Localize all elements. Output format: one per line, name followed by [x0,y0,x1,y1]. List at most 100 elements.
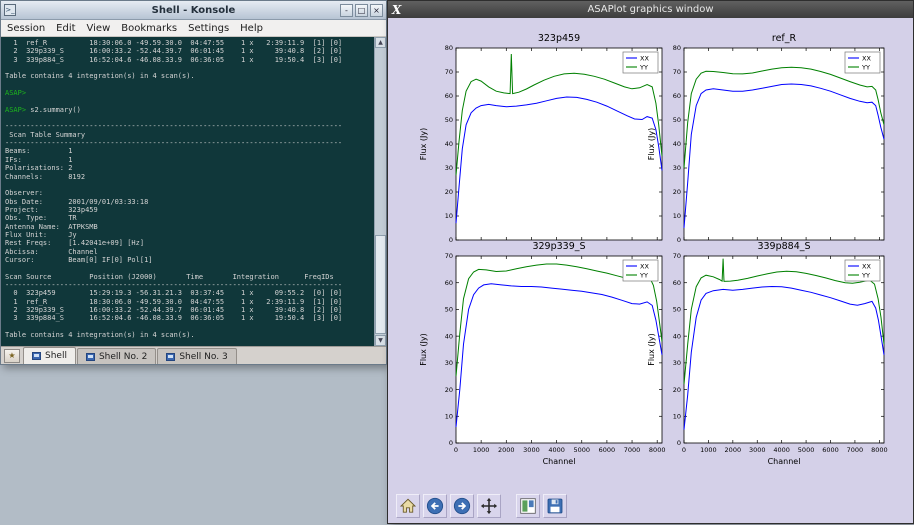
y-tick-label: 0 [449,439,453,447]
plot-toolbar [396,494,567,518]
terminal-line: Antenna Name: ATPKSMB [5,223,370,231]
menu-bookmarks[interactable]: Bookmarks [121,23,177,34]
x-tick-label: 5000 [573,446,590,454]
subplot-title: 329p339_S [532,241,585,252]
subplot-title: 323p459 [538,33,580,44]
terminal-output: 1 ref_R 18:30:06.0 -49.59.30.0 04:47:55 … [5,39,370,346]
terminal-line: Channels: 8192 [5,173,370,181]
x-tick-label: 1000 [473,446,490,454]
terminal-line: 2 329p339_S 16:00:33.2 -52.44.39.7 06:01… [5,47,370,55]
subplot-339p884_S[interactable]: 339p884_S0102030405060700100020003000400… [647,241,888,466]
terminal-line: ASAP> [5,89,370,97]
terminal-line: Scan Table Summary [5,131,370,139]
legend-label: YY [861,271,870,279]
terminal-line: Rest Freqs: [1.42041e+09] [Hz] [5,239,370,247]
terminal-icon [166,353,175,361]
x-axis-label: Channel [768,457,801,466]
legend-label: YY [639,63,648,71]
konsole-tabbar: ★ Shell Shell No. 2 Shell No. 3 [1,346,386,364]
pan-button[interactable] [477,494,501,518]
asaplot-titlebar[interactable]: X ASAPlot graphics window [388,1,913,18]
terminal-line: Flux Unit: Jy [5,231,370,239]
subplot-329p339_S[interactable]: 329p339_S0102030405060700100020003000400… [419,241,665,466]
terminal-line: ----------------------------------------… [5,139,370,147]
y-axis-label: Flux (Jy) [419,333,428,366]
y-tick-label: 20 [445,188,453,196]
y-tick-label: 10 [445,212,453,220]
y-tick-label: 30 [673,359,681,367]
subplot-ref_R[interactable]: ref_R01020304050607080Flux (Jy)XXYY [647,33,884,244]
y-tick-label: 50 [673,306,681,314]
menu-view[interactable]: View [87,23,111,34]
terminal-line: Obs Date: 2001/09/01/03:33:18 [5,198,370,206]
home-button[interactable] [396,494,420,518]
y-tick-label: 20 [445,386,453,394]
pan-move-icon [480,497,498,515]
back-button[interactable] [423,494,447,518]
maximize-button[interactable]: □ [355,4,368,17]
y-tick-label: 70 [673,252,681,260]
save-floppy-icon [546,497,564,515]
legend-label: YY [861,63,870,71]
plot-canvas[interactable]: 323p45901020304050607080Flux (Jy)XXYYref… [388,18,914,525]
forward-button[interactable] [450,494,474,518]
scrollbar-thumb[interactable] [375,235,386,334]
x-tick-label: 3000 [523,446,540,454]
scrollbar-down-arrow[interactable]: ▼ [375,335,386,346]
x-tick-label: 0 [682,446,686,454]
forward-arrow-icon [453,497,471,515]
y-tick-label: 0 [449,236,453,244]
legend-label: YY [639,271,648,279]
y-tick-label: 50 [673,116,681,124]
asaplot-window-title: ASAPlot graphics window [388,4,913,15]
menu-edit[interactable]: Edit [56,23,75,34]
y-tick-label: 10 [673,212,681,220]
legend-label: XX [862,262,871,270]
terminal-line: Cursor: Beam[0] IF[0] Pol[1] [5,256,370,264]
terminal-line: 1 ref_R 18:30:06.0 -49.59.30.0 04:47:55 … [5,298,370,306]
terminal-line: 2 329p339_S 16:00:33.2 -52.44.39.7 06:01… [5,306,370,314]
terminal-line: Observer: [5,189,370,197]
terminal[interactable]: 1 ref_R 18:30:06.0 -49.59.30.0 04:47:55 … [1,37,386,346]
tab-shell[interactable]: Shell [23,347,76,364]
konsole-titlebar[interactable]: >_ Shell - Konsole - □ × [1,1,386,20]
back-arrow-icon [426,497,444,515]
configure-subplots-button[interactable] [516,494,540,518]
y-tick-label: 40 [445,140,453,148]
y-tick-label: 60 [673,279,681,287]
y-axis-label: Flux (Jy) [647,333,656,366]
terminal-line: IFs: 1 [5,156,370,164]
tab-label: Shell No. 3 [179,352,227,362]
y-tick-label: 80 [445,44,453,52]
terminal-line [5,114,370,122]
terminal-line [5,97,370,105]
terminal-line [5,339,370,346]
tab-shell-2[interactable]: Shell No. 2 [77,348,156,364]
terminal-scrollbar[interactable]: ▲ ▼ [374,37,386,346]
y-tick-label: 50 [445,306,453,314]
scrollbar-up-arrow[interactable]: ▲ [375,37,386,48]
subplot-323p459[interactable]: 323p45901020304050607080Flux (Jy)XXYY [419,33,662,244]
desktop: { "konsole": { "title": "Shell - Konsole… [0,0,914,524]
save-button[interactable] [543,494,567,518]
menu-session[interactable]: Session [7,23,45,34]
menu-settings[interactable]: Settings [188,23,229,34]
x-tick-label: 6000 [822,446,839,454]
configure-subplots-icon [519,497,537,515]
tab-label: Shell [45,351,67,361]
minimize-button[interactable]: - [340,4,353,17]
new-session-button[interactable]: ★ [4,349,20,363]
terminal-line: Project: 323p459 [5,206,370,214]
terminal-line: Obs. Type: TR [5,214,370,222]
y-tick-label: 70 [673,68,681,76]
home-icon [399,497,417,515]
terminal-line: Polarisations: 2 [5,164,370,172]
tab-shell-3[interactable]: Shell No. 3 [157,348,236,364]
menu-help[interactable]: Help [240,23,263,34]
y-tick-label: 20 [673,386,681,394]
terminal-line: Abcissa: Channel [5,248,370,256]
close-button[interactable]: × [370,4,383,17]
y-tick-label: 60 [445,92,453,100]
x-tick-label: 1000 [700,446,717,454]
x-tick-label: 6000 [599,446,616,454]
